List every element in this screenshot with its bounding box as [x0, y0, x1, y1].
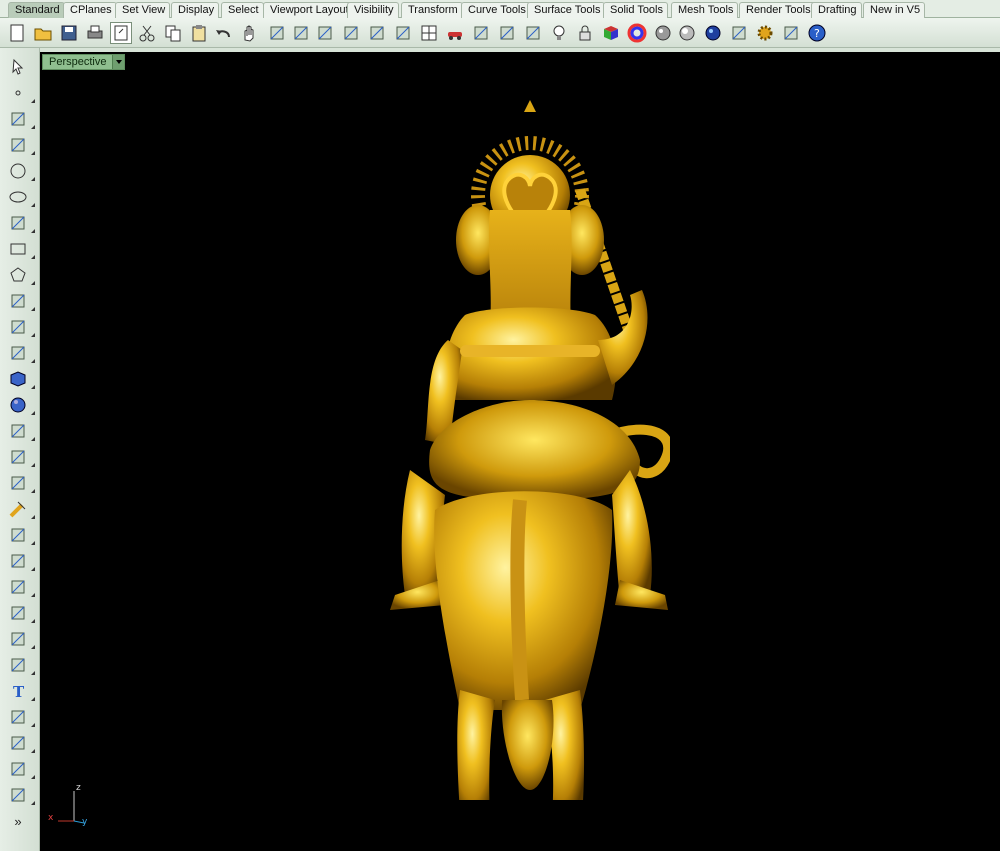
group-icon[interactable]	[6, 732, 35, 754]
object-properties-icon[interactable]	[496, 22, 518, 44]
select-arrow-icon[interactable]	[6, 56, 30, 78]
tab-mesh-tools[interactable]: Mesh Tools	[671, 2, 739, 18]
tab-cplanes[interactable]: CPlanes	[63, 2, 117, 18]
main-sidebar-toolbar: T»	[0, 48, 40, 851]
tab-new-in-v5[interactable]: New in V5	[863, 2, 926, 18]
tab-curve-tools[interactable]: Curve Tools	[461, 2, 531, 18]
undo-view-icon[interactable]	[392, 22, 414, 44]
four-viewports-icon[interactable]	[418, 22, 440, 44]
tab-visibility[interactable]: Visibility	[347, 2, 399, 18]
curve-icon[interactable]	[6, 134, 35, 156]
rectangle-icon[interactable]	[6, 238, 35, 260]
sphere-solid-icon[interactable]	[6, 394, 35, 416]
mesh-icon[interactable]	[6, 446, 35, 468]
gold-statue-model[interactable]	[330, 100, 670, 800]
more-icon[interactable]: »	[6, 810, 30, 832]
print-icon[interactable]	[84, 22, 106, 44]
layout-icon[interactable]	[6, 758, 35, 780]
help-icon[interactable]: ?	[806, 22, 828, 44]
point-icon[interactable]	[6, 82, 35, 104]
tab-transform[interactable]: Transform	[401, 2, 463, 18]
polygon-icon[interactable]	[6, 264, 35, 286]
tab-set-view[interactable]: Set View	[115, 2, 171, 18]
box-solid-icon[interactable]	[6, 368, 35, 390]
layer-icon[interactable]	[470, 22, 492, 44]
tab-select[interactable]: Select	[221, 2, 264, 18]
trim-icon[interactable]	[6, 524, 35, 546]
zoom-selected-icon[interactable]	[366, 22, 388, 44]
new-icon[interactable]	[6, 22, 28, 44]
tab-drafting[interactable]: Drafting	[811, 2, 862, 18]
zoom-dynamic-icon[interactable]	[290, 22, 312, 44]
shaded-sphere-icon[interactable]	[652, 22, 674, 44]
belt	[460, 345, 600, 357]
zoom-extents-icon[interactable]	[340, 22, 362, 44]
copy-icon[interactable]	[162, 22, 184, 44]
array-icon[interactable]	[6, 602, 35, 624]
grid-snap-icon[interactable]	[780, 22, 802, 44]
options-icon[interactable]	[728, 22, 750, 44]
color-wheel-icon[interactable]	[626, 22, 648, 44]
settings-gear-icon[interactable]	[754, 22, 776, 44]
tab-render-tools[interactable]: Render Tools	[739, 2, 816, 18]
standard-toolbar: ?	[0, 18, 1000, 48]
pan-icon[interactable]	[238, 22, 260, 44]
curve-from-object-icon[interactable]	[6, 628, 35, 650]
car-icon[interactable]	[444, 22, 466, 44]
text-icon[interactable]: T	[6, 680, 35, 702]
svg-text:T: T	[13, 683, 25, 701]
perspective-viewport[interactable]: Perspective z x y	[40, 52, 1000, 851]
viewport-title[interactable]: Perspective	[42, 54, 126, 70]
rendered-sphere-icon[interactable]	[676, 22, 698, 44]
world-axes-indicator: z x y	[44, 779, 94, 829]
halo-top-finial	[524, 100, 536, 112]
tab-surface-tools[interactable]: Surface Tools	[527, 2, 606, 18]
more-label: »	[14, 813, 22, 829]
surface-edge-icon[interactable]	[6, 316, 35, 338]
undo-icon[interactable]	[212, 22, 234, 44]
viewport-menu-arrow-icon[interactable]	[112, 55, 125, 69]
material-icon[interactable]	[600, 22, 622, 44]
lightbulb-icon[interactable]	[548, 22, 570, 44]
y-axis-label: y	[82, 817, 88, 827]
osnap-icon[interactable]	[522, 22, 544, 44]
cut-icon[interactable]	[136, 22, 158, 44]
paste-icon[interactable]	[188, 22, 210, 44]
split-icon[interactable]	[6, 550, 35, 572]
x-axis-label: x	[48, 813, 54, 823]
svg-text:?: ?	[814, 27, 820, 40]
arc-icon[interactable]	[6, 212, 35, 234]
dimension-icon[interactable]	[6, 706, 35, 728]
render-icon[interactable]	[702, 22, 724, 44]
lock-icon[interactable]	[574, 22, 596, 44]
skirt	[429, 400, 640, 500]
block-icon[interactable]	[6, 784, 35, 806]
offset-icon[interactable]	[6, 654, 35, 676]
tab-viewport-layout[interactable]: Viewport Layout	[263, 2, 354, 18]
tab-display[interactable]: Display	[171, 2, 220, 18]
mount-tail	[510, 499, 529, 701]
freeform-curve-icon[interactable]	[6, 290, 35, 312]
circle-icon[interactable]	[6, 160, 35, 182]
viewport-title-label: Perspective	[49, 56, 107, 68]
mount-left-leg	[457, 690, 495, 800]
import-icon[interactable]	[110, 22, 132, 44]
boolean-icon[interactable]	[6, 576, 35, 598]
right-leg	[612, 470, 652, 600]
z-axis-label: z	[76, 783, 81, 793]
zoom-window-icon[interactable]	[314, 22, 336, 44]
surface-icon[interactable]	[6, 342, 35, 364]
polyline-icon[interactable]	[6, 108, 35, 130]
tab-standard[interactable]: Standard	[8, 2, 65, 18]
fillet-icon[interactable]	[6, 498, 35, 520]
extrude-icon[interactable]	[6, 420, 35, 442]
ellipse-icon[interactable]	[6, 186, 35, 208]
tab-solid-tools[interactable]: Solid Tools	[603, 2, 668, 18]
rotate-view-icon[interactable]	[266, 22, 288, 44]
explode-icon[interactable]	[6, 472, 35, 494]
toolbar-tab-strip: Standard CPlanes Set View Display Select View…	[0, 0, 1000, 18]
mount-tail-tuft	[501, 700, 554, 790]
open-icon[interactable]	[32, 22, 54, 44]
save-icon[interactable]	[58, 22, 80, 44]
